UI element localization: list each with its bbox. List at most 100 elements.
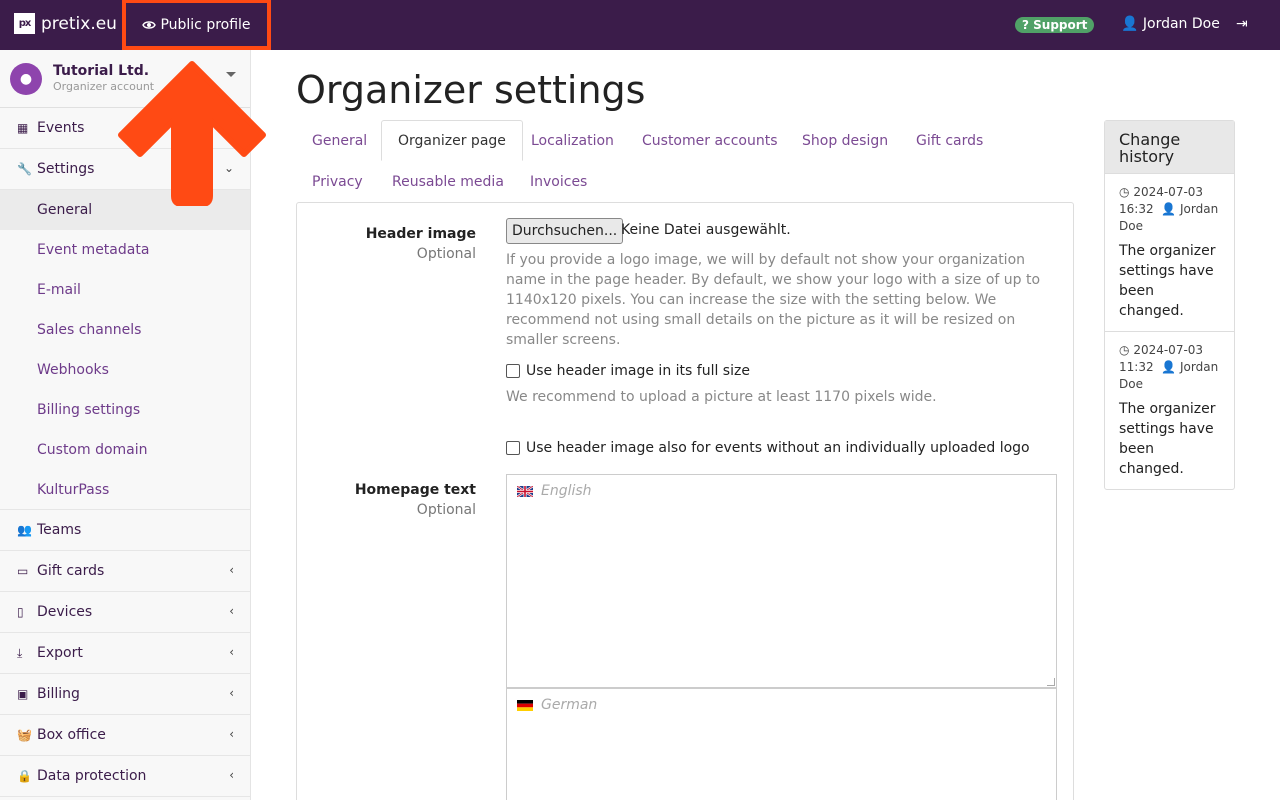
download-icon: ⤓ bbox=[17, 645, 23, 660]
chevron-left-icon: ‹ bbox=[229, 563, 234, 577]
eye-icon bbox=[142, 20, 157, 29]
tab-customer-accounts[interactable]: Customer accounts bbox=[626, 120, 794, 161]
public-profile-label: Public profile bbox=[160, 16, 251, 33]
basket-icon: 🧺 bbox=[17, 728, 32, 742]
homepage-text-label: Homepage text bbox=[354, 482, 476, 498]
support-label: Support bbox=[1033, 18, 1088, 32]
history-text: The organizer settings have been changed… bbox=[1119, 401, 1216, 477]
chevron-left-icon: ‹ bbox=[229, 768, 234, 782]
header-image-help: If you provide a logo image, we will by … bbox=[506, 252, 1041, 348]
also-events-label: Use header image also for events without… bbox=[526, 440, 1030, 456]
also-events-checkbox-row[interactable]: Use header image also for events without… bbox=[506, 440, 1030, 456]
sidebar-item-gift-cards[interactable]: ▭ Gift cards ‹ bbox=[0, 551, 250, 592]
chevron-left-icon: ‹ bbox=[229, 686, 234, 700]
sidebar-item-export[interactable]: ⤓ Export ‹ bbox=[0, 633, 250, 674]
sidebar-item-devices[interactable]: ▯ Devices ‹ bbox=[0, 592, 250, 633]
homepage-text-english-textarea[interactable]: English bbox=[506, 474, 1057, 688]
history-time: 16:32 bbox=[1119, 202, 1154, 216]
sidebar-item-data-protection[interactable]: 🔒 Data protection ‹ bbox=[0, 756, 250, 797]
english-placeholder: English bbox=[541, 483, 592, 499]
homepage-text-optional: Optional bbox=[416, 502, 476, 518]
tab-gift-cards[interactable]: Gift cards bbox=[900, 120, 999, 161]
sidebar-item-label: Billing bbox=[37, 686, 80, 702]
tab-reusable-media[interactable]: Reusable media bbox=[376, 161, 520, 202]
uk-flag-icon bbox=[517, 486, 533, 497]
file-status: Keine Datei ausgewählt. bbox=[621, 222, 791, 238]
calendar-icon: ▦ bbox=[17, 121, 29, 135]
clock-icon: ◷ bbox=[1119, 343, 1130, 357]
homepage-text-german-textarea[interactable]: German bbox=[506, 688, 1057, 800]
wrench-icon: 🔧 bbox=[17, 162, 32, 176]
header-image-optional: Optional bbox=[416, 246, 476, 262]
sidebar-item-label: Teams bbox=[37, 522, 82, 538]
sidebar-subitem-billing-settings[interactable]: Billing settings bbox=[0, 390, 250, 430]
tab-localization[interactable]: Localization bbox=[515, 120, 630, 161]
german-flag-icon bbox=[517, 700, 533, 711]
users-icon: ● bbox=[10, 63, 42, 95]
brand-link[interactable]: px pretix.eu bbox=[14, 13, 117, 34]
full-size-label: Use header image in its full size bbox=[526, 363, 750, 379]
full-size-help: We recommend to upload a picture at leas… bbox=[506, 389, 937, 405]
history-text: The organizer settings have been changed… bbox=[1119, 243, 1216, 319]
question-circle-icon: ? bbox=[1022, 18, 1029, 32]
tablet-icon: ▯ bbox=[17, 605, 24, 619]
sidebar-item-label: Devices bbox=[37, 604, 93, 620]
pretix-logo-icon: px bbox=[14, 13, 35, 34]
also-events-checkbox[interactable] bbox=[506, 441, 520, 455]
clock-icon: ◷ bbox=[1119, 185, 1130, 199]
public-profile-button[interactable]: Public profile bbox=[122, 0, 271, 50]
resize-handle-icon[interactable] bbox=[1047, 678, 1055, 686]
money-icon: ▣ bbox=[17, 687, 29, 701]
sidebar-item-box-office[interactable]: 🧺 Box office ‹ bbox=[0, 715, 250, 756]
sidebar-item-label: Settings bbox=[37, 161, 95, 177]
sidebar-subitem-webhooks[interactable]: Webhooks bbox=[0, 350, 250, 390]
credit-card-icon: ▭ bbox=[17, 564, 29, 578]
support-badge[interactable]: ? Support bbox=[1015, 17, 1095, 33]
sidebar-item-teams[interactable]: 👥 Teams bbox=[0, 510, 250, 551]
lock-icon: 🔒 bbox=[17, 769, 32, 783]
change-history-title: Change history bbox=[1105, 121, 1234, 173]
sidebar-item-label: Box office bbox=[37, 727, 106, 743]
annotation-arrow-icon bbox=[118, 61, 266, 206]
page-title: Organizer settings bbox=[296, 68, 646, 112]
group-icon: 👥 bbox=[17, 523, 32, 537]
history-entry: ◷ 2024-07-03 11:32 👤 Jordan Doe The orga… bbox=[1105, 331, 1234, 489]
history-date: 2024-07-03 bbox=[1133, 185, 1204, 199]
tab-general[interactable]: General bbox=[296, 120, 383, 161]
history-time: 11:32 bbox=[1119, 360, 1154, 374]
chevron-left-icon: ‹ bbox=[229, 645, 234, 659]
sidebar-subitem-event-metadata[interactable]: Event metadata bbox=[0, 230, 250, 270]
history-entry-meta: ◷ 2024-07-03 16:32 👤 Jordan Doe bbox=[1119, 184, 1220, 235]
user-icon: 👤 bbox=[1121, 16, 1139, 32]
sidebar-subitem-email[interactable]: E-mail bbox=[0, 270, 250, 310]
chevron-left-icon: ‹ bbox=[229, 604, 234, 618]
full-size-checkbox-row[interactable]: Use header image in its full size bbox=[506, 363, 750, 379]
german-placeholder: German bbox=[541, 697, 598, 713]
sidebar-item-label: Data protection bbox=[37, 768, 147, 784]
user-menu[interactable]: 👤 Jordan Doe bbox=[1121, 16, 1220, 32]
sign-out-icon[interactable]: ⇥ bbox=[1236, 16, 1248, 32]
sidebar-item-label: Gift cards bbox=[37, 563, 105, 579]
top-navbar: px pretix.eu Public profile ? Support 👤 … bbox=[0, 0, 1280, 50]
file-browse-button[interactable]: Durchsuchen... bbox=[506, 218, 624, 244]
user-icon: 👤 bbox=[1157, 360, 1177, 374]
tab-organizer-page[interactable]: Organizer page bbox=[381, 120, 523, 161]
sidebar-item-label: Export bbox=[37, 645, 83, 661]
change-history-panel: Change history ◷ 2024-07-03 16:32 👤 Jord… bbox=[1104, 120, 1235, 490]
sidebar-item-label: Events bbox=[37, 120, 85, 136]
user-icon: 👤 bbox=[1157, 202, 1177, 216]
full-size-checkbox[interactable] bbox=[506, 364, 520, 378]
brand-name: pretix.eu bbox=[41, 13, 117, 34]
tab-privacy[interactable]: Privacy bbox=[296, 161, 379, 202]
tab-invoices[interactable]: Invoices bbox=[514, 161, 603, 202]
sidebar-item-billing[interactable]: ▣ Billing ‹ bbox=[0, 674, 250, 715]
history-entry: ◷ 2024-07-03 16:32 👤 Jordan Doe The orga… bbox=[1105, 173, 1234, 331]
history-date: 2024-07-03 bbox=[1133, 343, 1204, 357]
sidebar-subitem-sales-channels[interactable]: Sales channels bbox=[0, 310, 250, 350]
chevron-left-icon: ‹ bbox=[229, 727, 234, 741]
sidebar-subitem-custom-domain[interactable]: Custom domain bbox=[0, 430, 250, 470]
history-entry-meta: ◷ 2024-07-03 11:32 👤 Jordan Doe bbox=[1119, 342, 1220, 393]
user-name: Jordan Doe bbox=[1142, 16, 1220, 32]
sidebar-subitem-kulturpass[interactable]: KulturPass bbox=[0, 470, 250, 510]
tab-shop-design[interactable]: Shop design bbox=[786, 120, 904, 161]
